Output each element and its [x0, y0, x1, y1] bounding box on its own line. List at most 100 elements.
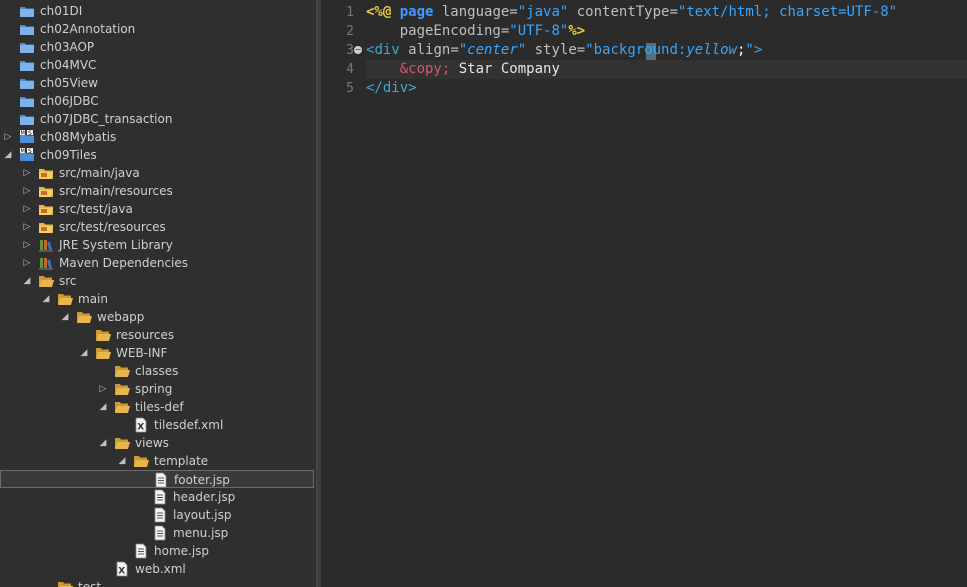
- tree-item[interactable]: resources: [0, 326, 316, 344]
- tree-item[interactable]: Xtilesdef.xml: [0, 416, 316, 434]
- tree-item-label: header.jsp: [173, 490, 236, 504]
- expand-arrow-icon[interactable]: ▷: [3, 128, 13, 146]
- open-folder-icon: [57, 291, 73, 307]
- tree-item[interactable]: ▷ S Mch08Mybatis: [0, 128, 316, 146]
- tree-item-label: main: [78, 292, 108, 306]
- tree-item-label: webapp: [97, 310, 145, 324]
- collapse-arrow-icon[interactable]: ◢: [22, 272, 32, 290]
- tree-item[interactable]: ◢ src: [0, 272, 316, 290]
- svg-text:M: M: [21, 149, 25, 155]
- line-number: 5: [346, 81, 354, 96]
- xml-file-icon: X: [133, 417, 149, 433]
- tree-item[interactable]: layout.jsp: [0, 506, 316, 524]
- tree-item-label: ch03AOP: [40, 40, 95, 54]
- tree-item-label: src/test/resources: [59, 220, 166, 234]
- open-folder-icon: [95, 327, 111, 343]
- fold-toggle-icon[interactable]: −: [354, 46, 362, 54]
- code-token: "center": [458, 42, 527, 58]
- expand-arrow-icon[interactable]: ▷: [98, 380, 108, 398]
- code-token: "java": [517, 4, 569, 20]
- project-folder-icon: [19, 75, 35, 91]
- tree-item[interactable]: footer.jsp: [0, 470, 314, 488]
- tree-item[interactable]: ◢ WEB-INF: [0, 344, 316, 362]
- project-folder-icon: [19, 57, 35, 73]
- tree-item[interactable]: ▷ JRE System Library: [0, 236, 316, 254]
- tree-item[interactable]: ◢ main: [0, 290, 316, 308]
- tree-item[interactable]: classes: [0, 362, 316, 380]
- tree-item[interactable]: ch01DI: [0, 2, 316, 20]
- maven-project-icon: SM: [19, 147, 35, 163]
- tree-item-label: template: [154, 454, 209, 468]
- tree-item[interactable]: ◢ webapp: [0, 308, 316, 326]
- tree-item[interactable]: menu.jsp: [0, 524, 316, 542]
- expand-arrow-icon[interactable]: ▷: [22, 182, 32, 200]
- jsp-file-icon: [153, 472, 169, 488]
- xml-file-icon: X: [114, 561, 130, 577]
- tree-item[interactable]: ▷ src/test/java: [0, 200, 316, 218]
- svg-text:X: X: [137, 423, 144, 433]
- tree-item[interactable]: ▷ spring: [0, 380, 316, 398]
- tree-item[interactable]: ch07JDBC_transaction: [0, 110, 316, 128]
- tree-item[interactable]: ch03AOP: [0, 38, 316, 56]
- code-token: Star Company: [450, 61, 560, 77]
- collapse-arrow-icon[interactable]: ◢: [41, 290, 51, 308]
- source-folder-icon: [38, 201, 54, 217]
- tree-item[interactable]: ◢ template: [0, 452, 316, 470]
- collapse-arrow-icon[interactable]: ◢: [117, 452, 127, 470]
- tree-item[interactable]: header.jsp: [0, 488, 316, 506]
- collapse-arrow-icon[interactable]: ◢: [3, 146, 13, 164]
- tree-item[interactable]: ◢ views: [0, 434, 316, 452]
- tree-item-label: ch07JDBC_transaction: [40, 112, 173, 126]
- open-folder-icon: [57, 579, 73, 587]
- collapse-arrow-icon[interactable]: ◢: [60, 308, 70, 326]
- tree-item[interactable]: ▷ Maven Dependencies: [0, 254, 316, 272]
- tree-item-label: footer.jsp: [174, 473, 230, 487]
- collapse-arrow-icon[interactable]: ◢: [79, 344, 89, 362]
- jsp-file-icon: [133, 543, 149, 559]
- code-token: &copy;: [399, 61, 451, 77]
- tree-item[interactable]: ch05View: [0, 74, 316, 92]
- jsp-file-icon: [152, 489, 168, 505]
- tree-item[interactable]: home.jsp: [0, 542, 316, 560]
- expand-arrow-icon[interactable]: ▷: [22, 254, 32, 272]
- collapse-arrow-icon[interactable]: ◢: [98, 434, 108, 452]
- line-number: 2: [346, 24, 354, 39]
- tree-item-label: src: [59, 274, 77, 288]
- tree-item-label: ch02Annotation: [40, 22, 136, 36]
- expand-arrow-icon[interactable]: ▷: [22, 200, 32, 218]
- open-folder-icon: [133, 453, 149, 469]
- code-token: >: [408, 80, 417, 96]
- tree-item[interactable]: ch02Annotation: [0, 20, 316, 38]
- tree-item[interactable]: ch06JDBC: [0, 92, 316, 110]
- expand-arrow-icon[interactable]: ▷: [22, 164, 32, 182]
- tree-item[interactable]: test: [0, 578, 316, 587]
- tree-item[interactable]: ch04MVC: [0, 56, 316, 74]
- code-editor[interactable]: <%@ page language="java" contentType="te…: [366, 0, 967, 587]
- line-number-gutter: 1 2 3 4 5 −: [336, 0, 362, 587]
- tree-item[interactable]: ▷ src/main/java: [0, 164, 316, 182]
- project-folder-icon: [19, 111, 35, 127]
- svg-text:S: S: [28, 148, 32, 155]
- expand-arrow-icon[interactable]: ▷: [22, 236, 32, 254]
- expand-arrow-icon[interactable]: ▷: [22, 218, 32, 236]
- tree-item[interactable]: ◢ S Mch09Tiles: [0, 146, 316, 164]
- tree-item[interactable]: Xweb.xml: [0, 560, 316, 578]
- tree-item[interactable]: ▷ src/test/resources: [0, 218, 316, 236]
- project-explorer-tree[interactable]: ch01DI ch02Annotation ch03AOP ch04MVC ch05Vi…: [0, 0, 316, 587]
- open-folder-icon: [114, 399, 130, 415]
- eclipse-window: ch01DI ch02Annotation ch03AOP ch04MVC ch05Vi…: [0, 0, 967, 587]
- tree-item-label: tilesdef.xml: [154, 418, 224, 432]
- tree-item[interactable]: ◢ tiles-def: [0, 398, 316, 416]
- tree-item[interactable]: ▷ src/main/resources: [0, 182, 316, 200]
- collapse-arrow-icon[interactable]: ◢: [98, 398, 108, 416]
- tree-item-label: ch08Mybatis: [40, 130, 117, 144]
- open-folder-icon: [114, 435, 130, 451]
- code-token: align: [399, 42, 451, 58]
- pane-divider[interactable]: [316, 0, 321, 587]
- code-token: %>: [568, 23, 586, 39]
- code-token: language: [433, 4, 510, 20]
- tree-item-label: web.xml: [135, 562, 186, 576]
- tree-item-label: ch05View: [40, 76, 98, 90]
- source-folder-icon: [38, 165, 54, 181]
